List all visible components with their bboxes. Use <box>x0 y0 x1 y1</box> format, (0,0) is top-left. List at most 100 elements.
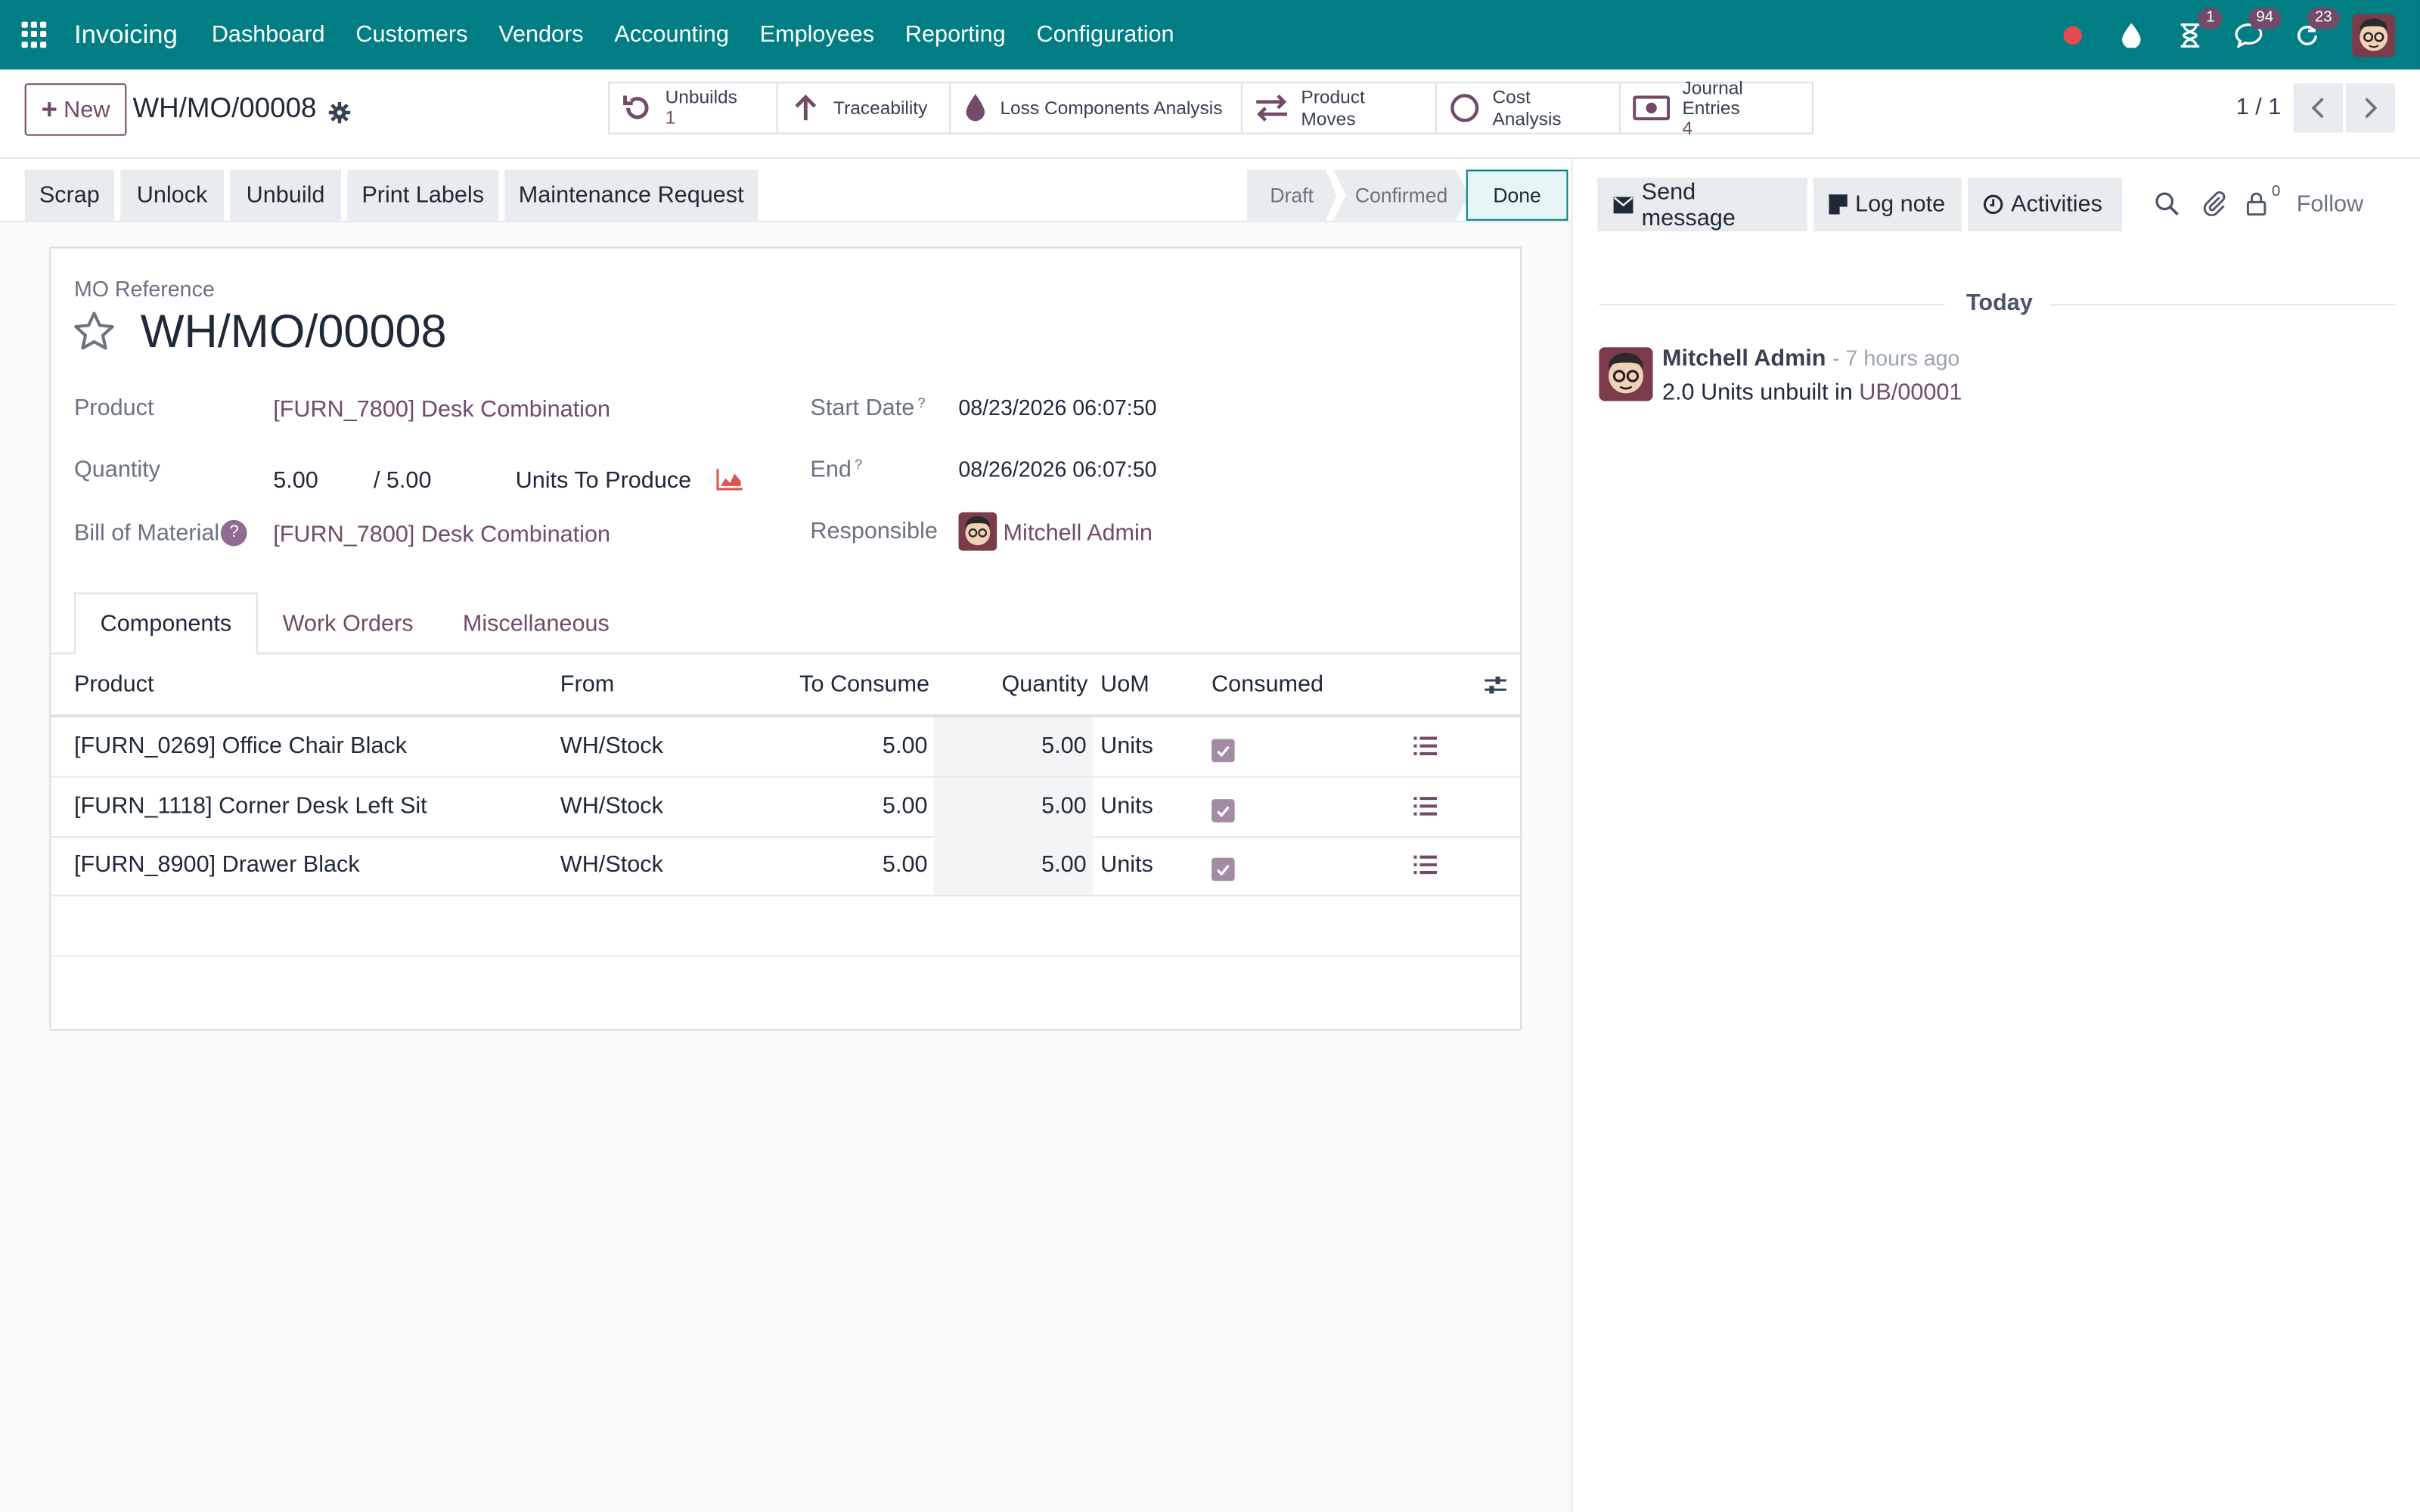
product-label: Product <box>73 395 154 422</box>
stage-confirmed[interactable]: Confirmed <box>1333 169 1469 221</box>
stage-draft[interactable]: Draft <box>1246 169 1337 221</box>
col-to-consume[interactable]: To Consume <box>799 671 929 698</box>
log-note-button[interactable]: Log note <box>1813 177 1962 232</box>
envelope-icon <box>1613 196 1634 213</box>
help-icon[interactable]: ? <box>221 519 247 547</box>
messages-icon[interactable]: 94 <box>2232 7 2282 51</box>
journal-entries-button[interactable]: Journal Entries 4 <box>1621 77 1812 138</box>
end-date-value[interactable]: 08/26/2026 06:07:50 <box>958 457 1156 482</box>
bom-label: Bill of Material? <box>74 519 247 547</box>
unbuild-button[interactable]: Unbuild <box>230 169 342 221</box>
search-icon[interactable] <box>2155 191 2180 224</box>
tab-components[interactable]: Components <box>73 592 258 655</box>
control-panel: + New WH/MO/00008 Unbuilds 1 Traceability … <box>0 70 2420 160</box>
end-date-help-icon[interactable]: ? <box>855 457 862 472</box>
follow-button[interactable]: Follow <box>2297 191 2363 218</box>
consumed-checkbox[interactable] <box>1212 857 1235 881</box>
responsible-link[interactable]: Mitchell Admin <box>1004 520 1153 547</box>
unlock-button[interactable]: Unlock <box>120 169 224 221</box>
stage-pipeline: Draft Confirmed Done <box>1246 169 1568 221</box>
cost-analysis-button[interactable]: Cost Analysis <box>1437 83 1621 133</box>
activities-label: Activities <box>2011 191 2102 218</box>
quantity-produced[interactable]: 5.00 <box>273 467 318 494</box>
pager-next-button[interactable] <box>2346 83 2396 133</box>
area-chart-icon[interactable] <box>716 467 744 498</box>
menu-employees[interactable]: Employees <box>744 22 889 48</box>
traceability-button[interactable]: Traceability <box>778 83 951 133</box>
menu-accounting[interactable]: Accounting <box>599 22 744 48</box>
col-from[interactable]: From <box>560 671 614 698</box>
tab-miscellaneous[interactable]: Miscellaneous <box>438 593 634 655</box>
consumed-checkbox[interactable] <box>1212 739 1235 763</box>
arrow-up-icon <box>795 94 817 121</box>
mo-reference-title[interactable]: WH/MO/00008 <box>141 307 447 359</box>
traceability-label: Traceability <box>833 97 928 119</box>
record-icon[interactable] <box>2055 17 2090 51</box>
quantity-total: / 5.00 <box>373 467 432 494</box>
activities-button[interactable]: Activities <box>1968 177 2123 232</box>
row-to-consume: 5.00 <box>882 851 928 878</box>
consumed-checkbox[interactable] <box>1212 799 1235 823</box>
unbuilds-button[interactable]: Unbuilds 1 <box>610 83 778 133</box>
row-product: [FURN_0269] Office Chair Black <box>73 733 408 760</box>
menu-reporting[interactable]: Reporting <box>890 22 1022 48</box>
user-avatar[interactable] <box>2352 13 2396 57</box>
app-name[interactable]: Invoicing <box>74 20 178 51</box>
detailed-operations-icon[interactable] <box>1413 855 1437 883</box>
col-product[interactable]: Product <box>74 671 154 698</box>
new-button[interactable]: + New <box>24 83 127 136</box>
column-settings-icon[interactable] <box>1483 673 1508 705</box>
scrap-button[interactable]: Scrap <box>24 169 115 221</box>
unbuilds-label: Unbuilds <box>665 86 737 108</box>
star-icon[interactable] <box>71 308 117 362</box>
col-consumed[interactable]: Consumed <box>1212 671 1323 698</box>
send-message-button[interactable]: Send message <box>1597 177 1807 232</box>
pager-value[interactable]: 1 / 1 <box>2236 94 2282 120</box>
paperclip-icon[interactable] <box>2202 191 2227 224</box>
product-link[interactable]: [FURN_7800] Desk Combination <box>273 396 610 423</box>
table-row[interactable]: [FURN_0269] Office Chair Black WH/Stock … <box>49 717 1522 778</box>
message-author-avatar[interactable] <box>1599 347 1653 401</box>
pager-nav <box>2291 83 2396 133</box>
detailed-operations-icon[interactable] <box>1413 736 1437 764</box>
start-date-label: Start Date? <box>810 395 925 421</box>
row-product: [FURN_8900] Drawer Black <box>73 851 360 878</box>
circle-icon <box>1450 94 1479 122</box>
menu-configuration[interactable]: Configuration <box>1021 22 1190 48</box>
menu-dashboard[interactable]: Dashboard <box>196 22 340 48</box>
loss-components-button[interactable]: Loss Components Analysis <box>951 83 1243 133</box>
end-date-label: End? <box>810 457 862 483</box>
tab-work-orders[interactable]: Work Orders <box>258 593 438 655</box>
menu-vendors[interactable]: Vendors <box>483 22 599 48</box>
followers-lock-icon[interactable] <box>2245 191 2267 224</box>
stage-done[interactable]: Done <box>1466 169 1568 221</box>
col-uom[interactable]: UoM <box>1100 671 1150 698</box>
message-author: Mitchell Admin - 7 hours ago <box>1662 345 1959 372</box>
unbuild-order-link[interactable]: UB/00001 <box>1859 380 1962 406</box>
pager-previous-button[interactable] <box>2293 83 2343 133</box>
table-row[interactable]: [FURN_1118] Corner Desk Left Sit WH/Stoc… <box>49 777 1522 838</box>
product-moves-button[interactable]: Product Moves <box>1243 83 1437 133</box>
apps-menu-icon[interactable] <box>21 20 50 49</box>
breadcrumb-record: WH/MO/00008 <box>132 92 317 124</box>
activity-clock-icon[interactable]: 1 <box>2173 7 2223 51</box>
start-date-value[interactable]: 08/23/2026 06:07:50 <box>958 395 1156 420</box>
drop-icon <box>966 94 985 122</box>
detailed-operations-icon[interactable] <box>1413 796 1437 824</box>
gear-icon[interactable] <box>328 98 351 123</box>
bom-link[interactable]: [FURN_7800] Desk Combination <box>273 522 610 548</box>
start-date-help-icon[interactable]: ? <box>917 395 925 410</box>
col-quantity[interactable]: Quantity <box>1001 671 1087 698</box>
maintenance-request-button[interactable]: Maintenance Request <box>504 169 759 221</box>
row-uom: Units <box>1100 792 1153 820</box>
quantity-uom: Units To Produce <box>515 467 692 494</box>
table-row[interactable]: [FURN_8900] Drawer Black WH/Stock 5.00 5… <box>49 836 1522 897</box>
menu-customers[interactable]: Customers <box>340 22 483 48</box>
drop-icon[interactable] <box>2114 17 2149 51</box>
message-author-name[interactable]: Mitchell Admin <box>1662 345 1826 372</box>
journal-entries-count: 4 <box>1682 116 1693 138</box>
refresh-icon[interactable]: 23 <box>2291 7 2340 51</box>
today-divider-right <box>2049 304 2396 306</box>
message-body-text: 2.0 Units unbuilt in <box>1661 380 1860 406</box>
print-labels-button[interactable]: Print Labels <box>347 169 499 221</box>
